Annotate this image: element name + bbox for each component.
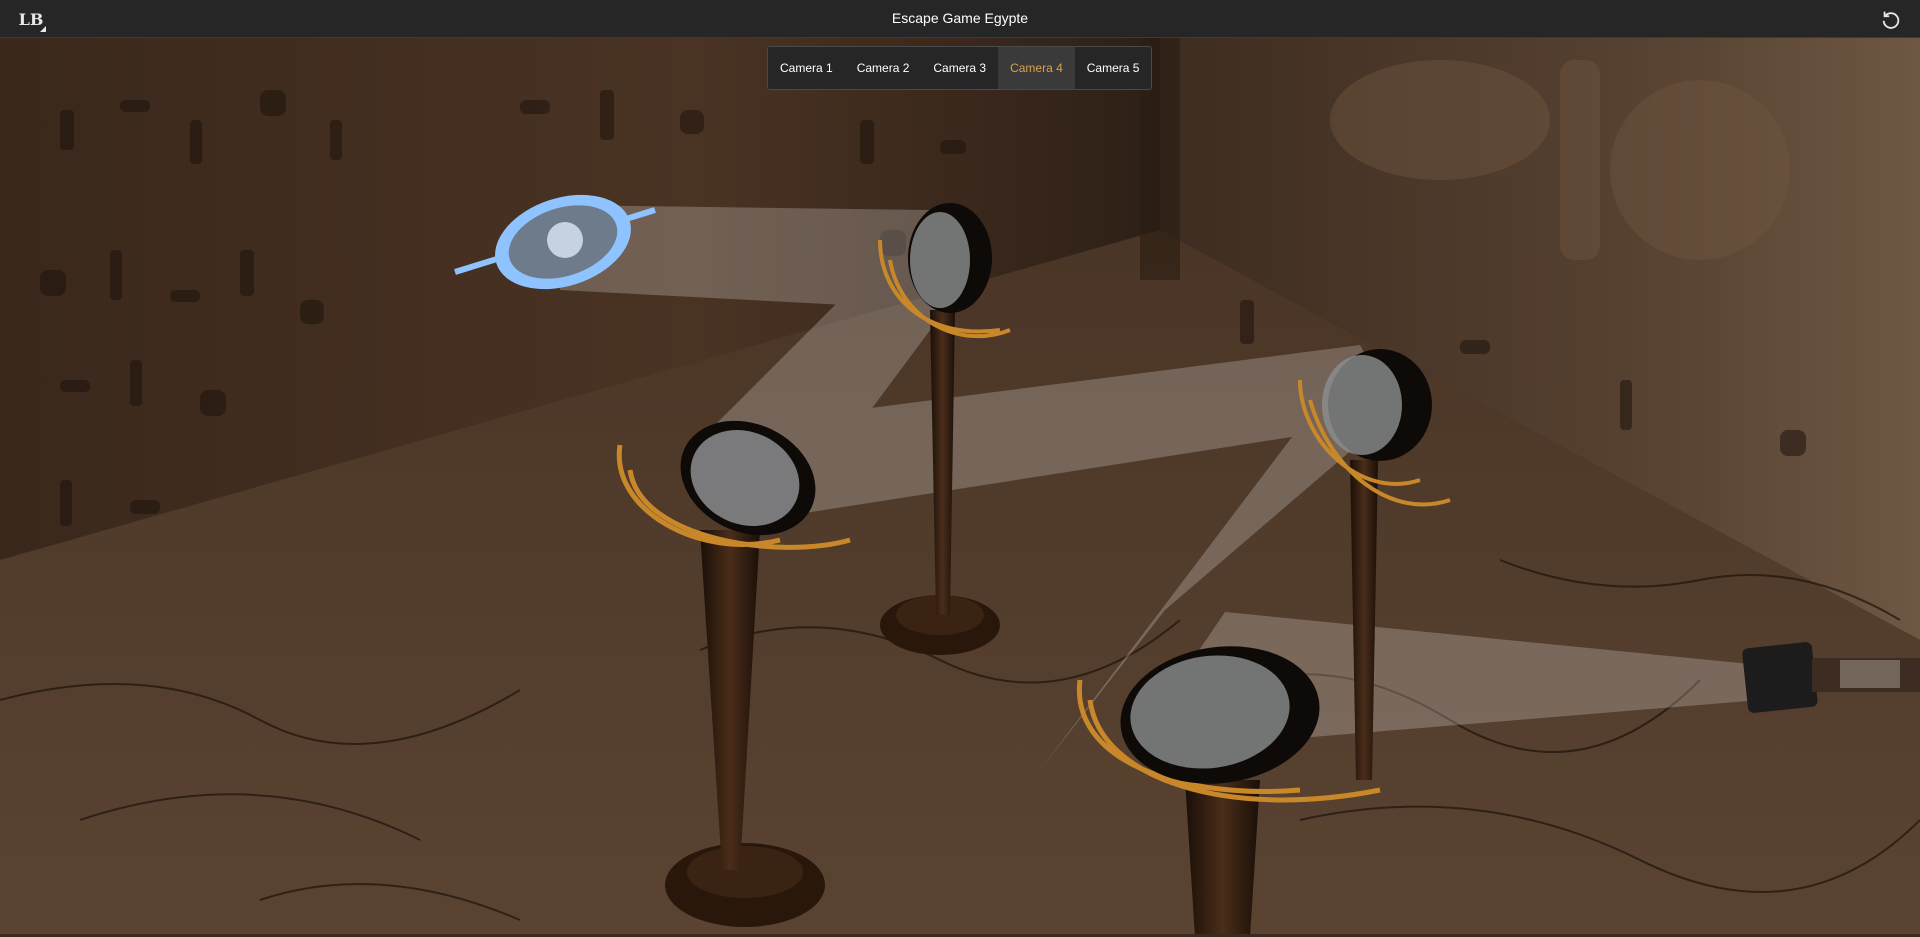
game-viewport[interactable] bbox=[0, 0, 1920, 937]
camera-4-button[interactable]: Camera 4 bbox=[998, 47, 1075, 89]
top-bar: LB Escape Game Egypte bbox=[0, 0, 1920, 38]
camera-5-button[interactable]: Camera 5 bbox=[1075, 47, 1152, 89]
camera-switcher: Camera 1 Camera 2 Camera 3 Camera 4 Came… bbox=[767, 46, 1153, 90]
reset-rotate-icon[interactable] bbox=[1880, 8, 1902, 30]
camera-1-button[interactable]: Camera 1 bbox=[768, 47, 845, 89]
app-title: Escape Game Egypte bbox=[891, 10, 1029, 26]
camera-2-button[interactable]: Camera 2 bbox=[845, 47, 922, 89]
camera-3-button[interactable]: Camera 3 bbox=[921, 47, 998, 89]
